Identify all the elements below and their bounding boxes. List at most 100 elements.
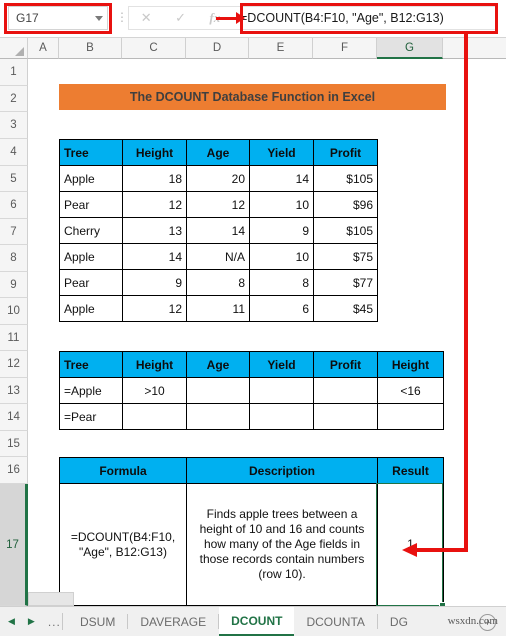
table-row[interactable]: Apple 18 20 14 $105 xyxy=(59,165,378,192)
sheet-tab-dsum[interactable]: DSUM xyxy=(68,607,127,636)
criteria-cell-height2[interactable] xyxy=(377,403,444,430)
column-header-a[interactable]: A xyxy=(28,38,59,59)
table-row[interactable]: Apple 14 N/A 10 $75 xyxy=(59,243,378,270)
cell-profit[interactable]: $45 xyxy=(313,295,378,322)
row-header-11[interactable]: 11 xyxy=(0,325,28,351)
cell-tree[interactable]: Apple xyxy=(59,243,123,270)
row-header-3[interactable]: 3 xyxy=(0,112,28,139)
cell-height[interactable]: 14 xyxy=(122,243,187,270)
cell-profit[interactable]: $105 xyxy=(313,217,378,244)
criteria-cell-height[interactable]: >10 xyxy=(122,377,187,404)
cell-profit[interactable]: $105 xyxy=(313,165,378,192)
column-header-c[interactable]: C xyxy=(122,38,186,59)
row-header-6[interactable]: 6 xyxy=(0,192,28,219)
formula-input[interactable]: =DCOUNT(B4:F10, "Age", B12:G13) xyxy=(232,6,498,30)
criteria-cell-height[interactable] xyxy=(122,403,187,430)
cell-age[interactable]: 8 xyxy=(186,269,250,296)
cell-age[interactable]: 20 xyxy=(186,165,250,192)
table-row[interactable]: Cherry 13 14 9 $105 xyxy=(59,217,378,244)
sheet-tab-dcounta[interactable]: DCOUNTA xyxy=(294,607,376,636)
cell-age[interactable]: 11 xyxy=(186,295,250,322)
cell-profit[interactable]: $96 xyxy=(313,191,378,218)
cell-tree[interactable]: Pear xyxy=(59,269,123,296)
nav-previous-icon[interactable]: ◀ xyxy=(8,616,15,627)
cell-yield[interactable]: 10 xyxy=(249,191,314,218)
formula-cell-result[interactable]: 1 xyxy=(377,483,444,606)
cell-height[interactable]: 13 xyxy=(122,217,187,244)
criteria-row[interactable]: =Apple >10 <16 xyxy=(59,377,444,404)
criteria-col-age: Age xyxy=(186,351,250,378)
column-header-e[interactable]: E xyxy=(249,38,313,59)
cell-profit[interactable]: $75 xyxy=(313,243,378,270)
cell-profit[interactable]: $77 xyxy=(313,269,378,296)
row-header-17[interactable]: 17 xyxy=(0,484,28,606)
criteria-cell-yield[interactable] xyxy=(249,377,314,404)
cell-height[interactable]: 12 xyxy=(122,191,187,218)
confirm-icon[interactable]: ✓ xyxy=(175,10,186,26)
criteria-row[interactable]: =Pear xyxy=(59,403,444,430)
row-header-9[interactable]: 9 xyxy=(0,272,28,298)
column-header-b[interactable]: B xyxy=(59,38,122,59)
formula-col-result: Result xyxy=(377,457,444,484)
row-header-13[interactable]: 13 xyxy=(0,378,28,404)
criteria-cell-tree[interactable]: =Pear xyxy=(59,403,123,430)
data-col-tree: Tree xyxy=(59,139,123,166)
cell-tree[interactable]: Cherry xyxy=(59,217,123,244)
formula-cell-text[interactable]: =DCOUNT(B4:F10, "Age", B12:G13) xyxy=(59,483,187,606)
cell-height[interactable]: 12 xyxy=(122,295,187,322)
cell-height[interactable]: 9 xyxy=(122,269,187,296)
row-header-14[interactable]: 14 xyxy=(0,404,28,431)
column-header-g[interactable]: G xyxy=(377,38,443,59)
cell-yield[interactable]: 8 xyxy=(249,269,314,296)
cell-age[interactable]: N/A xyxy=(186,243,250,270)
chevron-down-icon[interactable] xyxy=(91,15,107,21)
table-row[interactable]: Pear 9 8 8 $77 xyxy=(59,269,378,296)
row-header-5[interactable]: 5 xyxy=(0,166,28,192)
name-box[interactable]: G17 xyxy=(8,6,108,30)
cell-tree[interactable]: Apple xyxy=(59,295,123,322)
row-header-10[interactable]: 10 xyxy=(0,298,28,325)
table-row[interactable]: Apple 12 11 6 $45 xyxy=(59,295,378,322)
row-header-12[interactable]: 12 xyxy=(0,351,28,378)
insert-function-icon[interactable]: fx xyxy=(209,10,220,26)
cell-yield[interactable]: 10 xyxy=(249,243,314,270)
cell-tree[interactable]: Pear xyxy=(59,191,123,218)
criteria-cell-profit[interactable] xyxy=(313,403,378,430)
select-all-corner[interactable] xyxy=(0,38,28,59)
row-header-16[interactable]: 16 xyxy=(0,457,28,484)
sheet-tab-daverage[interactable]: DAVERAGE xyxy=(128,607,218,636)
criteria-cell-age[interactable] xyxy=(186,377,250,404)
criteria-cell-tree[interactable]: =Apple xyxy=(59,377,123,404)
cell-yield[interactable]: 6 xyxy=(249,295,314,322)
cell-age[interactable]: 12 xyxy=(186,191,250,218)
formula-col-formula: Formula xyxy=(59,457,187,484)
criteria-cell-profit[interactable] xyxy=(313,377,378,404)
formula-cell-description[interactable]: Finds apple trees between a height of 10… xyxy=(186,483,378,606)
table-row[interactable]: Pear 12 12 10 $96 xyxy=(59,191,378,218)
cell-height[interactable]: 18 xyxy=(122,165,187,192)
row-header-8[interactable]: 8 xyxy=(0,245,28,272)
formula-row[interactable]: =DCOUNT(B4:F10, "Age", B12:G13) Finds ap… xyxy=(59,483,444,606)
column-header-h[interactable] xyxy=(443,38,506,59)
row-header-7[interactable]: 7 xyxy=(0,219,28,245)
criteria-cell-height2[interactable]: <16 xyxy=(377,377,444,404)
row-header-15[interactable]: 15 xyxy=(0,431,28,457)
column-header-f[interactable]: F xyxy=(313,38,377,59)
column-header-d[interactable]: D xyxy=(186,38,249,59)
cancel-icon[interactable]: ✕ xyxy=(141,10,152,26)
nav-more-icon[interactable]: ... xyxy=(48,615,61,629)
nav-next-icon[interactable]: ▶ xyxy=(28,616,35,627)
horizontal-scrollbar[interactable] xyxy=(28,592,74,606)
row-header-4[interactable]: 4 xyxy=(0,139,28,166)
row-header-2[interactable]: 2 xyxy=(0,86,28,112)
sheet-tab-dcount[interactable]: DCOUNT xyxy=(219,607,295,636)
excel-worksheet-screenshot: G17 ⋮ ✕ ✓ fx =DCOUNT(B4:F10, "Age", B12:… xyxy=(0,0,506,636)
sheet-tab-dg[interactable]: DG xyxy=(378,607,420,636)
cell-yield[interactable]: 9 xyxy=(249,217,314,244)
cell-age[interactable]: 14 xyxy=(186,217,250,244)
criteria-cell-yield[interactable] xyxy=(249,403,314,430)
row-header-1[interactable]: 1 xyxy=(0,59,28,86)
criteria-cell-age[interactable] xyxy=(186,403,250,430)
cell-yield[interactable]: 14 xyxy=(249,165,314,192)
cell-tree[interactable]: Apple xyxy=(59,165,123,192)
